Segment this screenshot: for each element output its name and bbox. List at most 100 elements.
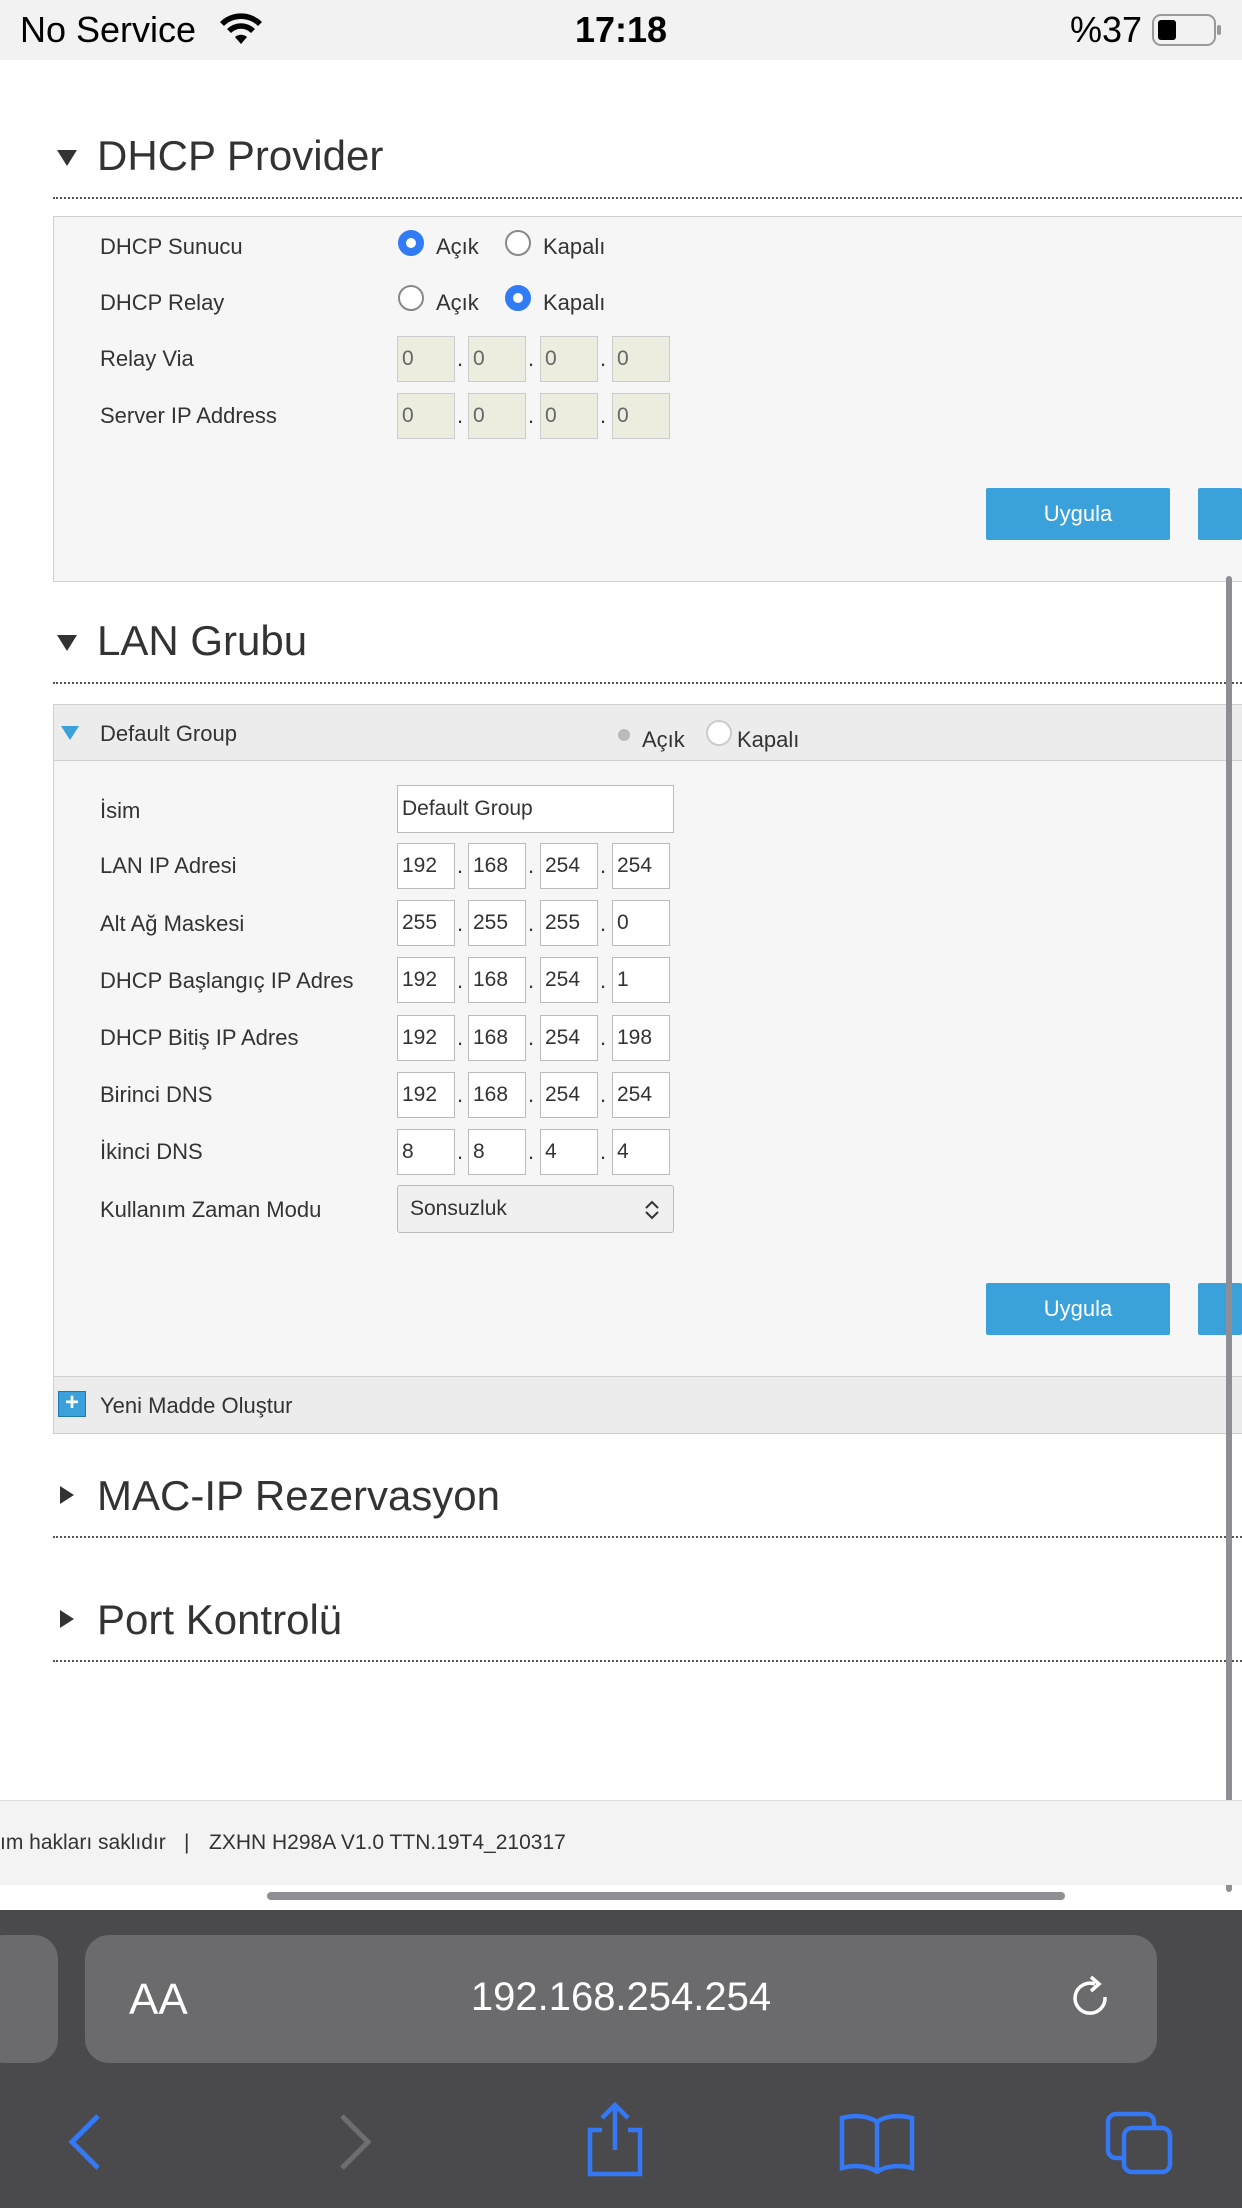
dns2-octet-1[interactable]: 8 — [397, 1129, 455, 1175]
ip-dot: . — [528, 1025, 535, 1050]
lan-ip-label: LAN IP Adresi — [100, 853, 237, 878]
tabs-icon[interactable] — [1104, 2110, 1176, 2178]
divider — [53, 682, 1242, 684]
ip-dot: . — [600, 1025, 607, 1050]
group-off-radio[interactable] — [706, 720, 732, 746]
lease-mode-select[interactable]: Sonsuzluk — [397, 1185, 674, 1233]
ip-dot: . — [457, 346, 464, 371]
ip-dot: . — [457, 968, 464, 993]
dhcp-end-octet-3[interactable]: 254 — [540, 1015, 598, 1061]
group-off-label: Kapalı — [737, 727, 800, 752]
relay-via-octet-2[interactable]: 0 — [468, 336, 526, 382]
group-on-radio[interactable] — [618, 729, 630, 741]
group-on-label: Açık — [642, 727, 685, 752]
dhcp-start-octet-1[interactable]: 192 — [397, 957, 455, 1003]
new-item-label[interactable]: Yeni Madde Oluştur — [100, 1393, 292, 1419]
relay-via-octet-3[interactable]: 0 — [540, 336, 598, 382]
lan-apply-button[interactable]: Uygula — [986, 1283, 1170, 1335]
address-bar[interactable]: AA 192.168.254.254 — [85, 1935, 1157, 2063]
collapse-triangle-icon[interactable] — [57, 635, 77, 651]
dhcp-apply-button[interactable]: Uygula — [986, 488, 1170, 540]
ip-dot: . — [457, 1139, 464, 1164]
dhcp-end-octet-4[interactable]: 198 — [612, 1015, 670, 1061]
ip-dot: . — [457, 1025, 464, 1050]
dhcp-server-label: DHCP Sunucu — [100, 234, 243, 259]
dns2-octet-3[interactable]: 4 — [540, 1129, 598, 1175]
ip-dot: . — [600, 1139, 607, 1164]
dhcp-relay-on-label: Açık — [436, 290, 479, 315]
horizontal-scrollbar[interactable] — [267, 1892, 1065, 1900]
url-text[interactable]: 192.168.254.254 — [85, 1975, 1157, 2020]
dns1-octet-3[interactable]: 254 — [540, 1072, 598, 1118]
lan-ip-octet-1[interactable]: 192 — [397, 843, 455, 889]
dhcp-end-octet-2[interactable]: 168 — [468, 1015, 526, 1061]
previous-tab-peek[interactable] — [0, 1935, 58, 2063]
ip-dot: . — [457, 911, 464, 936]
expand-triangle-icon[interactable] — [60, 1486, 74, 1504]
clock: 17:18 — [575, 9, 668, 50]
dhcp-server-off-radio[interactable] — [505, 230, 531, 256]
dhcp-start-octet-4[interactable]: 1 — [612, 957, 670, 1003]
lan-ip-octet-3[interactable]: 254 — [540, 843, 598, 889]
firmware-version: ZXHN H298A V1.0 TTN.19T4_210317 — [209, 1831, 566, 1854]
lan-ip-octet-4[interactable]: 254 — [612, 843, 670, 889]
server-ip-label: Server IP Address — [100, 403, 277, 428]
port-control-title[interactable]: Port Kontrolü — [97, 1596, 342, 1644]
expand-triangle-icon[interactable] — [60, 1610, 74, 1628]
dhcp-start-octet-2[interactable]: 168 — [468, 957, 526, 1003]
dhcp-provider-title[interactable]: DHCP Provider — [97, 132, 383, 180]
dhcp-end-octet-1[interactable]: 192 — [397, 1015, 455, 1061]
dns1-octet-2[interactable]: 168 — [468, 1072, 526, 1118]
dhcp-relay-off-label: Kapalı — [543, 290, 606, 315]
divider — [53, 197, 1242, 199]
dhcp-relay-on-radio[interactable] — [398, 285, 424, 311]
server-ip-octet-1[interactable]: 0 — [397, 393, 455, 439]
ip-dot: . — [457, 1082, 464, 1107]
divider — [53, 1536, 1242, 1538]
dhcp-server-on-radio[interactable] — [398, 230, 424, 256]
ip-dot: . — [600, 403, 607, 428]
collapse-triangle-icon[interactable] — [57, 150, 77, 166]
divider — [53, 1660, 1242, 1662]
carrier-label: No Service — [20, 9, 197, 50]
dns1-octet-1[interactable]: 192 — [397, 1072, 455, 1118]
dns2-octet-2[interactable]: 8 — [468, 1129, 526, 1175]
dns1-octet-4[interactable]: 254 — [612, 1072, 670, 1118]
lease-mode-label: Kullanım Zaman Modu — [100, 1197, 322, 1222]
lan-cancel-button[interactable] — [1198, 1283, 1242, 1335]
bookmarks-icon[interactable] — [838, 2112, 916, 2174]
ip-dot: . — [600, 968, 607, 993]
expand-triangle-icon[interactable] — [61, 726, 79, 740]
vertical-scrollbar[interactable] — [1226, 576, 1232, 1892]
dns2-octet-4[interactable]: 4 — [612, 1129, 670, 1175]
relay-via-octet-4[interactable]: 0 — [612, 336, 670, 382]
relay-via-label: Relay Via — [100, 346, 194, 371]
forward-icon[interactable] — [336, 2112, 376, 2172]
back-icon[interactable] — [64, 2112, 104, 2172]
mac-ip-title[interactable]: MAC-IP Rezervasyon — [97, 1472, 500, 1520]
lan-group-title[interactable]: LAN Grubu — [97, 617, 307, 665]
server-ip-octet-3[interactable]: 0 — [540, 393, 598, 439]
name-input[interactable]: Default Group — [397, 785, 674, 833]
name-label: İsim — [100, 798, 141, 823]
lease-mode-value: Sonsuzluk — [410, 1197, 507, 1220]
relay-via-octet-1[interactable]: 0 — [397, 336, 455, 382]
ip-dot: . — [528, 1139, 535, 1164]
dhcp-cancel-button[interactable] — [1198, 488, 1242, 540]
dhcp-relay-off-radio[interactable] — [505, 285, 531, 311]
reload-icon[interactable] — [1065, 1973, 1117, 2030]
share-icon[interactable] — [584, 2102, 646, 2178]
subnet-octet-4[interactable]: 0 — [612, 900, 670, 946]
dhcp-end-label: DHCP Bitiş IP Adres — [100, 1025, 299, 1050]
dhcp-start-octet-3[interactable]: 254 — [540, 957, 598, 1003]
dhcp-server-on-label: Açık — [436, 234, 479, 259]
battery-percent: %37 — [1070, 9, 1143, 50]
subnet-octet-1[interactable]: 255 — [397, 900, 455, 946]
lan-ip-octet-2[interactable]: 168 — [468, 843, 526, 889]
plus-icon[interactable]: + — [58, 1391, 86, 1417]
server-ip-octet-4[interactable]: 0 — [612, 393, 670, 439]
subnet-octet-3[interactable]: 255 — [540, 900, 598, 946]
ip-dot: . — [528, 911, 535, 936]
server-ip-octet-2[interactable]: 0 — [468, 393, 526, 439]
subnet-octet-2[interactable]: 255 — [468, 900, 526, 946]
